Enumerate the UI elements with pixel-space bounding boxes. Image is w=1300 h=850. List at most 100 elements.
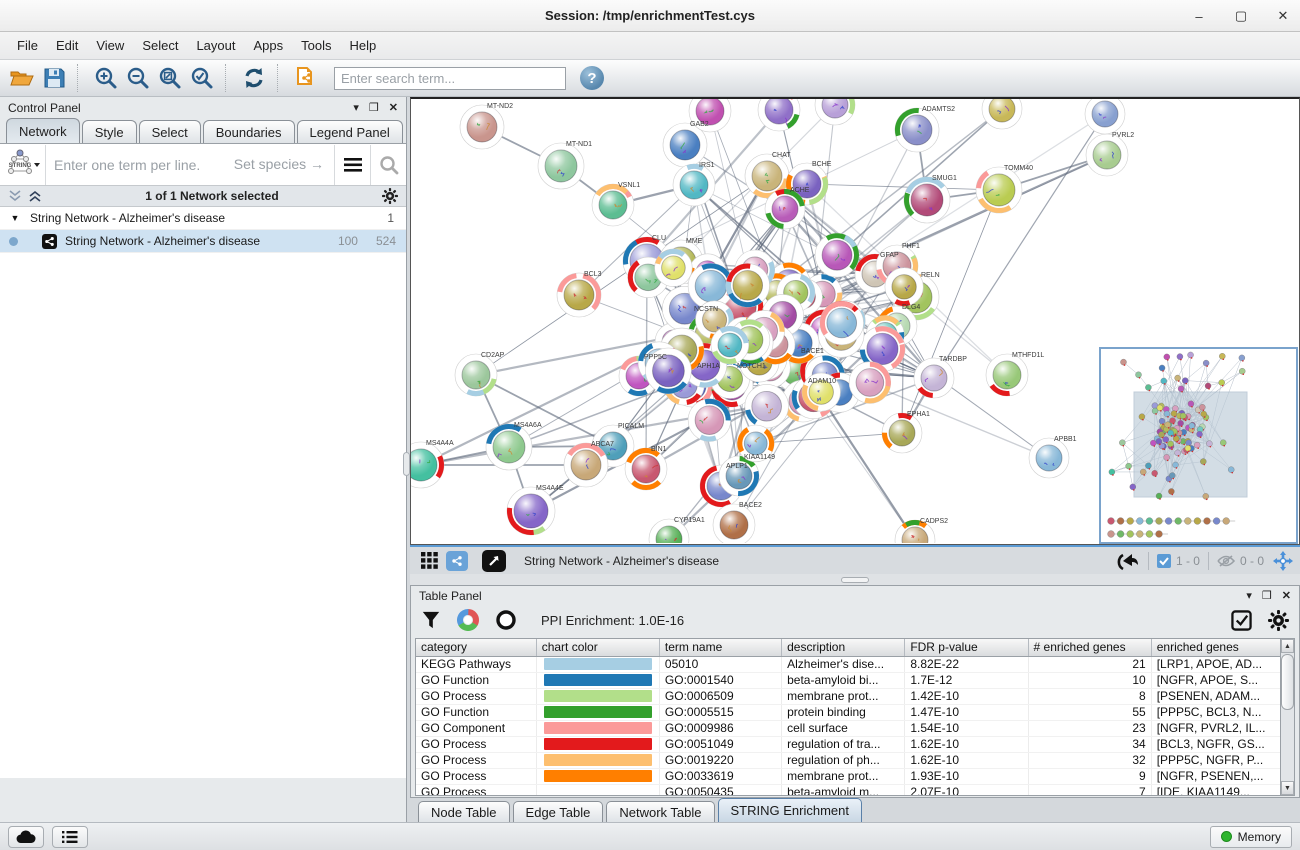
cell-enriched-genes: [NGFR, APOE, S...	[1151, 672, 1281, 688]
string-query-input[interactable]	[46, 146, 334, 184]
scroll-up-icon[interactable]: ▲	[1281, 639, 1294, 653]
table-float-icon[interactable]: ❒	[1262, 589, 1272, 602]
gear-icon[interactable]	[382, 188, 398, 204]
remove-chart-icon[interactable]	[495, 609, 517, 631]
tab-legend-panel[interactable]: Legend Panel	[297, 120, 403, 143]
network-collection-row[interactable]: ▼ String Network - Alzheimer's disease 1	[0, 207, 406, 230]
tab-node-table[interactable]: Node Table	[418, 801, 510, 822]
birds-eye-view[interactable]	[1099, 347, 1298, 544]
cell-enriched-genes: [NGFR, PSENEN,...	[1151, 768, 1281, 784]
network-view-toolbar: String Network - Alzheimer's disease 1 -…	[410, 545, 1300, 574]
string-view-button[interactable]	[446, 551, 468, 571]
network-node[interactable]	[713, 504, 755, 543]
menu-apps[interactable]: Apps	[247, 35, 291, 56]
table-row[interactable]: GO FunctionGO:0005515protein binding1.47…	[416, 704, 1281, 720]
open-in-browser-button[interactable]	[482, 550, 506, 572]
table-panel-menu-icon[interactable]: ▾	[1246, 589, 1252, 602]
network-node[interactable]	[460, 105, 504, 149]
export-network-icon[interactable]	[1116, 550, 1140, 572]
table-row[interactable]: GO FunctionGO:0001540beta-amyloid bi...1…	[416, 672, 1281, 688]
menu-tools[interactable]: Tools	[294, 35, 338, 56]
column-header--enriched-genes[interactable]: # enriched genes	[1028, 639, 1151, 656]
tab-network-table[interactable]: Network Table	[606, 801, 714, 822]
task-list-button[interactable]	[52, 826, 88, 848]
column-header-enriched-genes[interactable]: enriched genes	[1151, 639, 1281, 656]
maximize-button[interactable]: ▢	[1232, 8, 1250, 24]
horizontal-splitter[interactable]	[410, 574, 1300, 585]
table-row[interactable]: GO ProcessGO:0006509membrane prot...1.42…	[416, 688, 1281, 704]
table-row[interactable]: GO ProcessGO:0033619membrane prot...1.93…	[416, 768, 1281, 784]
zoom-selected-button[interactable]	[186, 63, 218, 93]
menu-file[interactable]: File	[10, 35, 45, 56]
network-node[interactable]	[982, 99, 1022, 129]
close-button[interactable]: ✕	[1274, 8, 1292, 24]
table-scrollbar[interactable]: ▲ ▼	[1280, 638, 1295, 796]
menu-help[interactable]: Help	[343, 35, 384, 56]
chart-color-icon[interactable]	[457, 609, 479, 631]
string-protein-query-selector[interactable]: STRING	[0, 145, 46, 185]
table-tabs: Node TableEdge TableNetwork TableSTRING …	[410, 798, 1300, 822]
minimize-button[interactable]: –	[1190, 9, 1208, 24]
string-options-button[interactable]	[334, 145, 370, 185]
tab-edge-table[interactable]: Edge Table	[513, 801, 604, 822]
search-input[interactable]	[334, 67, 566, 90]
menu-view[interactable]: View	[89, 35, 131, 56]
column-header-term-name[interactable]: term name	[659, 639, 781, 656]
menu-select[interactable]: Select	[135, 35, 185, 56]
table-row[interactable]: GO ComponentGO:0009986cell surface1.54E-…	[416, 720, 1281, 736]
table-row[interactable]: GO ProcessGO:0019220regulation of ph...1…	[416, 752, 1281, 768]
column-header-description[interactable]: description	[782, 639, 905, 656]
open-file-button[interactable]	[6, 63, 38, 93]
filter-icon[interactable]	[421, 610, 441, 630]
close-panel-icon[interactable]: ✕	[389, 101, 398, 114]
network-row[interactable]: String Network - Alzheimer's disease 100…	[0, 230, 406, 253]
memory-button[interactable]: Memory	[1210, 826, 1292, 848]
table-row[interactable]: GO ProcessGO:0050435beta-amyloid m...2.0…	[416, 784, 1281, 796]
zoom-out-button[interactable]	[122, 63, 154, 93]
collection-expand-icon[interactable]: ▼	[0, 213, 30, 223]
network-node[interactable]	[538, 143, 584, 189]
column-header-category[interactable]: category	[416, 639, 536, 656]
tab-boundaries[interactable]: Boundaries	[203, 120, 295, 143]
menu-layout[interactable]: Layout	[189, 35, 242, 56]
network-canvas[interactable]: MT-ND2MT-ND1VSNL1GAB2IRS1CHATBCHEACHEADA…	[410, 97, 1300, 545]
collapse-all-icon[interactable]	[8, 190, 22, 202]
refresh-button[interactable]	[238, 63, 270, 93]
expand-all-icon[interactable]	[28, 190, 42, 202]
scroll-down-icon[interactable]: ▼	[1281, 781, 1294, 795]
network-node[interactable]	[810, 99, 859, 130]
help-button[interactable]: ?	[580, 66, 604, 90]
save-session-button[interactable]	[38, 63, 70, 93]
zoom-in-button[interactable]	[90, 63, 122, 93]
tab-select[interactable]: Select	[139, 120, 201, 143]
network-node[interactable]	[914, 358, 954, 398]
table-row[interactable]: KEGG Pathways05010Alzheimer's dise...8.8…	[416, 656, 1281, 672]
panel-splitter-grip[interactable]	[403, 452, 410, 476]
string-search-button[interactable]	[370, 145, 406, 185]
cell-description: membrane prot...	[782, 768, 905, 784]
network-node[interactable]	[1086, 134, 1128, 176]
table-row[interactable]: GO ProcessGO:0051049regulation of tra...…	[416, 736, 1281, 752]
select-rows-icon[interactable]	[1231, 610, 1252, 631]
column-header-fdr-p-value[interactable]: FDR p-value	[905, 639, 1028, 656]
menu-edit[interactable]: Edit	[49, 35, 85, 56]
settings-gear-icon[interactable]	[1268, 610, 1289, 631]
float-panel-icon[interactable]: ❒	[369, 101, 379, 114]
zoom-fit-button[interactable]	[154, 63, 186, 93]
tab-style[interactable]: Style	[82, 120, 137, 143]
network-node[interactable]	[1085, 99, 1125, 134]
pan-tool-icon[interactable]	[1272, 550, 1294, 572]
cloud-button[interactable]	[8, 826, 44, 848]
scrollbar-thumb[interactable]	[1281, 654, 1294, 710]
network-node[interactable]	[1029, 438, 1069, 478]
panel-menu-icon[interactable]: ▾	[353, 101, 359, 114]
network-from-file-button[interactable]	[290, 63, 322, 93]
network-node[interactable]	[486, 424, 533, 471]
tab-string-enrichment[interactable]: STRING Enrichment	[718, 798, 862, 822]
column-header-chart-color[interactable]: chart color	[536, 639, 659, 656]
tab-network[interactable]: Network	[6, 118, 80, 143]
node-label: NOTCH1	[737, 363, 766, 370]
network-node[interactable]	[986, 354, 1028, 396]
grid-mode-button[interactable]	[416, 550, 442, 572]
table-close-icon[interactable]: ✕	[1282, 589, 1291, 602]
